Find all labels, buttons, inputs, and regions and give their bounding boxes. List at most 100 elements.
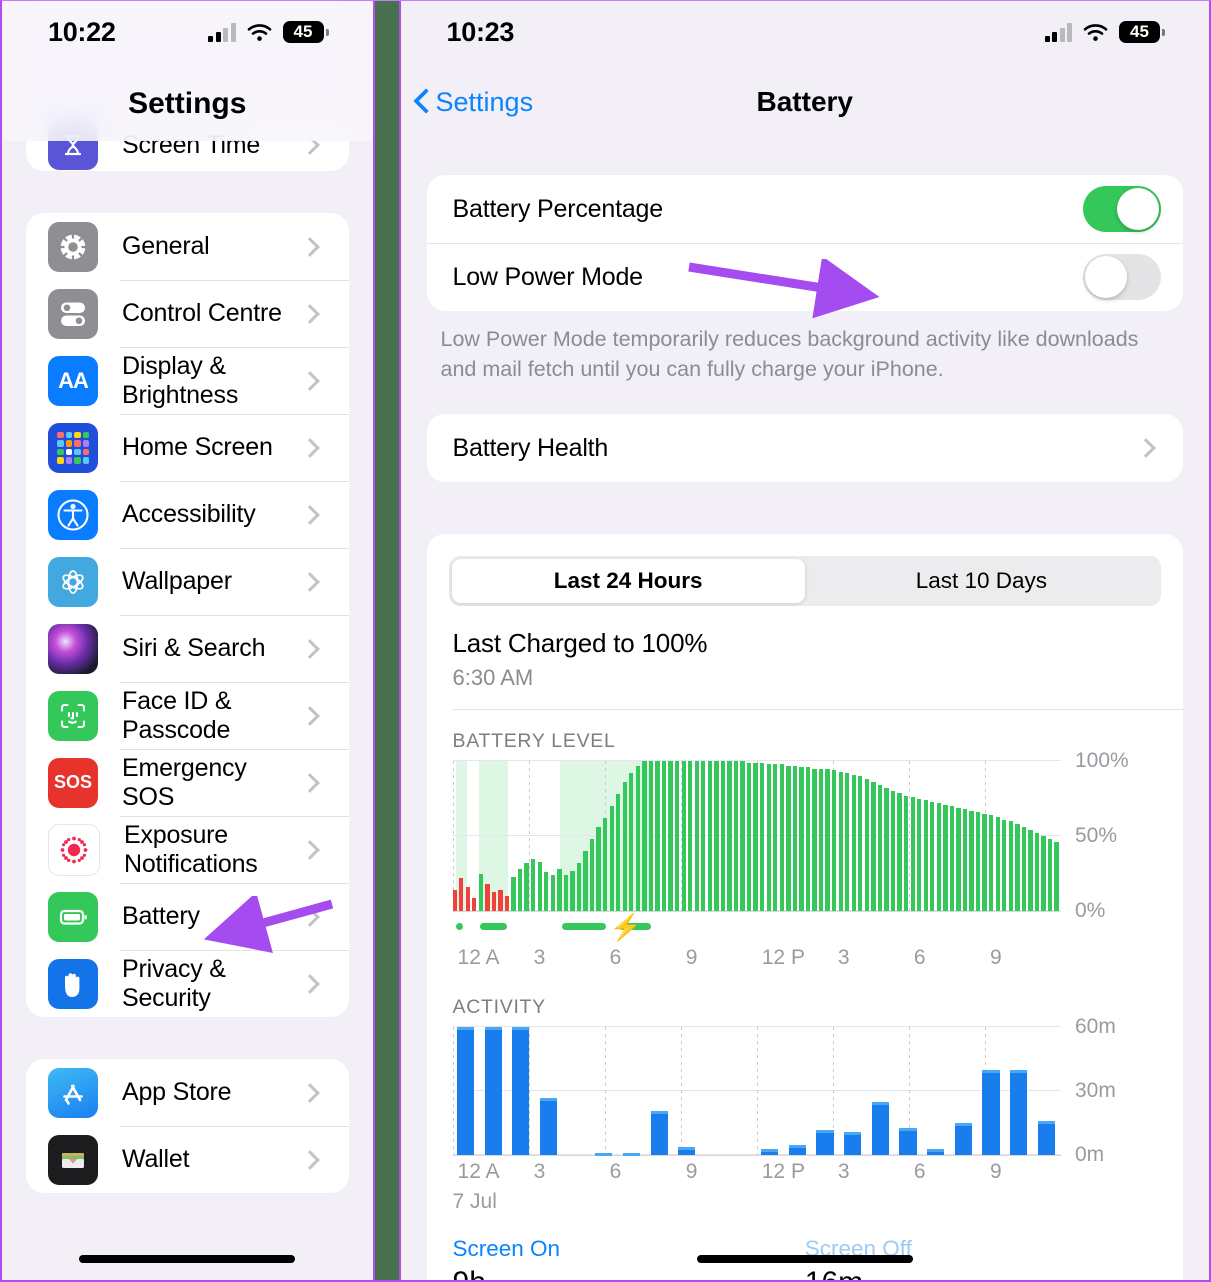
sidebar-item-wallpaper[interactable]: Wallpaper (26, 548, 349, 615)
battery-level-bar (524, 863, 529, 912)
sidebar-item-general[interactable]: General (26, 213, 349, 280)
chevron-right-icon (299, 370, 320, 391)
chevron-right-icon (1136, 438, 1156, 459)
home-indicator (79, 1255, 296, 1263)
privacy-security-icon (48, 958, 98, 1009)
battery-level-bar (583, 851, 588, 912)
battery-level-bar (681, 761, 686, 912)
x-axis-label: 9 (989, 946, 1002, 970)
battery-level-plot (452, 760, 1061, 913)
x-axis-label: 12 P (761, 1160, 805, 1184)
sidebar-item-privacy-security[interactable]: Privacy & Security (26, 950, 349, 1017)
battery-level-bar (1008, 821, 1013, 912)
sidebar-item-home-screen[interactable]: Home Screen (26, 414, 349, 481)
chevron-right-icon (299, 1082, 320, 1103)
sidebar-item-label: App Store (122, 1078, 232, 1106)
sidebar-item-accessibility[interactable]: Accessibility (26, 481, 349, 548)
sidebar-item-label: Screen Time (122, 130, 261, 159)
battery-level-bar (504, 896, 510, 912)
wifi-icon (1083, 23, 1108, 42)
y-axis-label: 30m (1075, 1079, 1116, 1103)
low-power-mode-toggle[interactable] (1083, 254, 1161, 300)
sidebar-item-battery[interactable]: Battery (26, 883, 349, 950)
sidebar-item-siri-search[interactable]: Siri & Search (26, 615, 349, 682)
sidebar-item-label: Wallet (122, 1145, 190, 1173)
time-range-segmented-control[interactable]: Last 24 Hours Last 10 Days (448, 556, 1161, 607)
battery-level-bar (616, 794, 621, 912)
chevron-right-icon (299, 638, 320, 659)
screen-on-value: 9h (453, 1266, 805, 1280)
siri-search-icon (48, 623, 98, 674)
sidebar-item-label: General (122, 232, 210, 260)
screen-off-value: 16m (805, 1266, 1157, 1280)
back-button-label: Settings (435, 86, 534, 117)
display-icon-text: AA (58, 367, 89, 393)
activity-bar (844, 1131, 862, 1156)
battery-screen-panel: 10:23 45 Settings Battery Battery Percen… (400, 1, 1209, 1280)
x-axis-label: 12 A (457, 1160, 500, 1184)
sidebar-item-label: Battery (122, 902, 200, 930)
battery-level-bar (622, 782, 627, 912)
face-id-icon (48, 690, 98, 741)
vertical-gridline (604, 1027, 606, 1156)
battery-level-bar (773, 764, 778, 912)
battery-level-bar (786, 765, 791, 912)
battery-level-bar (838, 771, 843, 912)
chevron-right-icon (299, 973, 320, 994)
activity-bar (871, 1101, 890, 1156)
chevron-right-icon (299, 571, 320, 592)
sidebar-item-face-id-passcode[interactable]: Face ID & Passcode (26, 682, 349, 749)
x-axis-label: 12 A (457, 946, 500, 970)
battery-toggles-card: Battery Percentage Low Power Mode (426, 175, 1183, 311)
sidebar-item-label: Control Centre (122, 299, 282, 327)
chevron-right-icon (299, 135, 320, 155)
battery-health-card: Battery Health (426, 414, 1183, 483)
chevron-right-icon (299, 1149, 320, 1170)
x-axis-label: 6 (609, 946, 622, 970)
activity-bar (1037, 1121, 1056, 1156)
segment-last-10-days[interactable]: Last 10 Days (805, 559, 1158, 603)
battery-level-bar (936, 803, 941, 912)
sidebar-item-app-store[interactable]: App Store (26, 1059, 349, 1126)
battery-level-bar (851, 774, 856, 912)
segment-last-24-hours[interactable]: Last 24 Hours (451, 559, 805, 604)
x-axis-label: 6 (609, 1160, 622, 1184)
sidebar-item-label: Wallpaper (122, 567, 232, 595)
sidebar-item-label: Exposure Notifications (124, 820, 258, 878)
sidebar-item-wallet[interactable]: Wallet (26, 1126, 349, 1193)
battery-percentage-toggle[interactable] (1083, 186, 1161, 232)
battery-level-bar (629, 773, 634, 912)
back-button[interactable]: Settings (415, 87, 534, 118)
battery-level-bar (661, 761, 667, 912)
chevron-right-icon (299, 437, 320, 458)
battery-level-bar (452, 890, 457, 912)
sidebar-item-label: Privacy & Security (122, 954, 226, 1012)
battery-icon (48, 891, 98, 942)
sidebar-item-emergency-sos[interactable]: SOS Emergency SOS (26, 749, 349, 816)
charging-segment (456, 923, 463, 931)
charging-band (478, 761, 509, 912)
battery-level-bar (478, 873, 483, 912)
battery-level-bar (1021, 827, 1027, 912)
battery-level-bar (609, 806, 614, 912)
status-bar: 10:23 45 (401, 1, 1209, 63)
sidebar-item-exposure-notifications[interactable]: Exposure Notifications (26, 816, 349, 883)
settings-scroll-view[interactable]: Screen Time General Control Centre AA Di… (2, 1, 373, 1280)
low-power-mode-row[interactable]: Low Power Mode (426, 243, 1183, 311)
settings-group-apps: App Store Wallet (26, 1059, 349, 1193)
battery-percentage-row[interactable]: Battery Percentage (427, 175, 1183, 243)
sidebar-item-label: Face ID & Passcode (122, 686, 232, 744)
battery-level-bar (982, 813, 987, 912)
wallpaper-icon (48, 556, 98, 607)
x-axis-label: 12 P (761, 946, 805, 970)
x-axis-label: 3 (533, 1160, 546, 1184)
battery-health-row[interactable]: Battery Health (427, 414, 1183, 482)
sidebar-item-control-centre[interactable]: Control Centre (26, 280, 349, 347)
chevron-right-icon (299, 236, 320, 257)
screen-time-icon (48, 120, 98, 170)
sidebar-item-screen-time[interactable]: Screen Time (26, 119, 349, 171)
app-store-icon (48, 1067, 98, 1118)
sidebar-item-display-brightness[interactable]: AA Display & Brightness (26, 347, 349, 414)
activity-bar (678, 1146, 696, 1156)
sidebar-item-label: Accessibility (122, 500, 256, 528)
